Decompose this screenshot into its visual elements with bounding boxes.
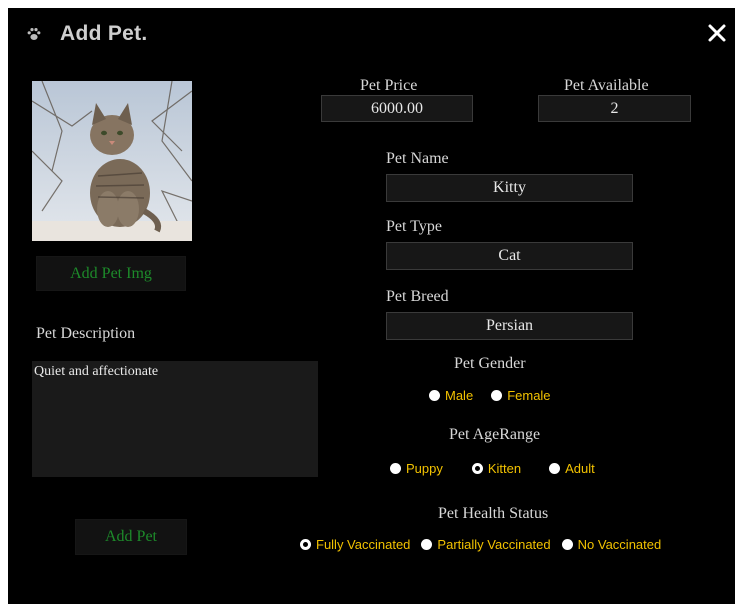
health-status-label: Pet Health Status	[438, 505, 549, 522]
add-pet-window: Add Pet. Add Pet Img Pet Description Qui…	[8, 8, 735, 604]
description-label: Pet Description	[36, 325, 136, 342]
age-range-label: Pet AgeRange	[449, 426, 541, 443]
gender-radio-group: Male Female	[429, 388, 551, 403]
paw-icon	[27, 28, 41, 40]
price-input[interactable]: 6000.00	[321, 95, 473, 122]
gender-radio-female[interactable]: Female	[491, 388, 551, 403]
radio-unchecked-icon[interactable]	[491, 390, 503, 401]
age-range-radio-group: Puppy Kitten Adult	[390, 461, 595, 476]
radio-unchecked-icon[interactable]	[429, 390, 440, 401]
name-input[interactable]: Kitty	[386, 174, 633, 202]
age-radio-kitten[interactable]: Kitten	[471, 461, 521, 476]
available-input[interactable]: 2	[538, 95, 691, 122]
radio-checked-icon[interactable]	[471, 463, 483, 474]
health-radio-fully-vaccinated[interactable]: Fully Vaccinated	[300, 537, 410, 552]
age-radio-adult[interactable]: Adult	[549, 461, 595, 476]
radio-checked-icon[interactable]	[300, 539, 311, 550]
radio-unchecked-icon[interactable]	[549, 463, 561, 474]
type-input[interactable]: Cat	[386, 242, 633, 270]
health-radio-no-vaccinated[interactable]: No Vaccinated	[561, 537, 661, 552]
close-icon[interactable]	[706, 22, 728, 44]
type-label: Pet Type	[386, 218, 442, 235]
cat-photo	[32, 81, 192, 241]
health-radio-partially-vaccinated[interactable]: Partially Vaccinated	[421, 537, 551, 552]
description-textarea[interactable]: Quiet and affectionate	[32, 361, 318, 477]
gender-label: Pet Gender	[454, 355, 526, 372]
radio-unchecked-icon[interactable]	[561, 539, 573, 550]
health-radio-group: Fully Vaccinated Partially Vaccinated No…	[300, 537, 661, 552]
age-radio-puppy[interactable]: Puppy	[390, 461, 443, 476]
name-label: Pet Name	[386, 150, 449, 167]
available-label: Pet Available	[564, 77, 649, 94]
breed-input[interactable]: Persian	[386, 312, 633, 340]
radio-unchecked-icon[interactable]	[390, 463, 401, 474]
add-pet-button[interactable]: Add Pet	[75, 519, 187, 555]
breed-label: Pet Breed	[386, 288, 449, 305]
window-title: Add Pet.	[60, 22, 148, 45]
pet-image	[32, 81, 192, 241]
gender-radio-male[interactable]: Male	[429, 388, 473, 403]
add-pet-image-button[interactable]: Add Pet Img	[36, 256, 186, 291]
radio-unchecked-icon[interactable]	[421, 539, 433, 550]
title-bar: Add Pet.	[8, 8, 735, 64]
price-label: Pet Price	[360, 77, 418, 94]
